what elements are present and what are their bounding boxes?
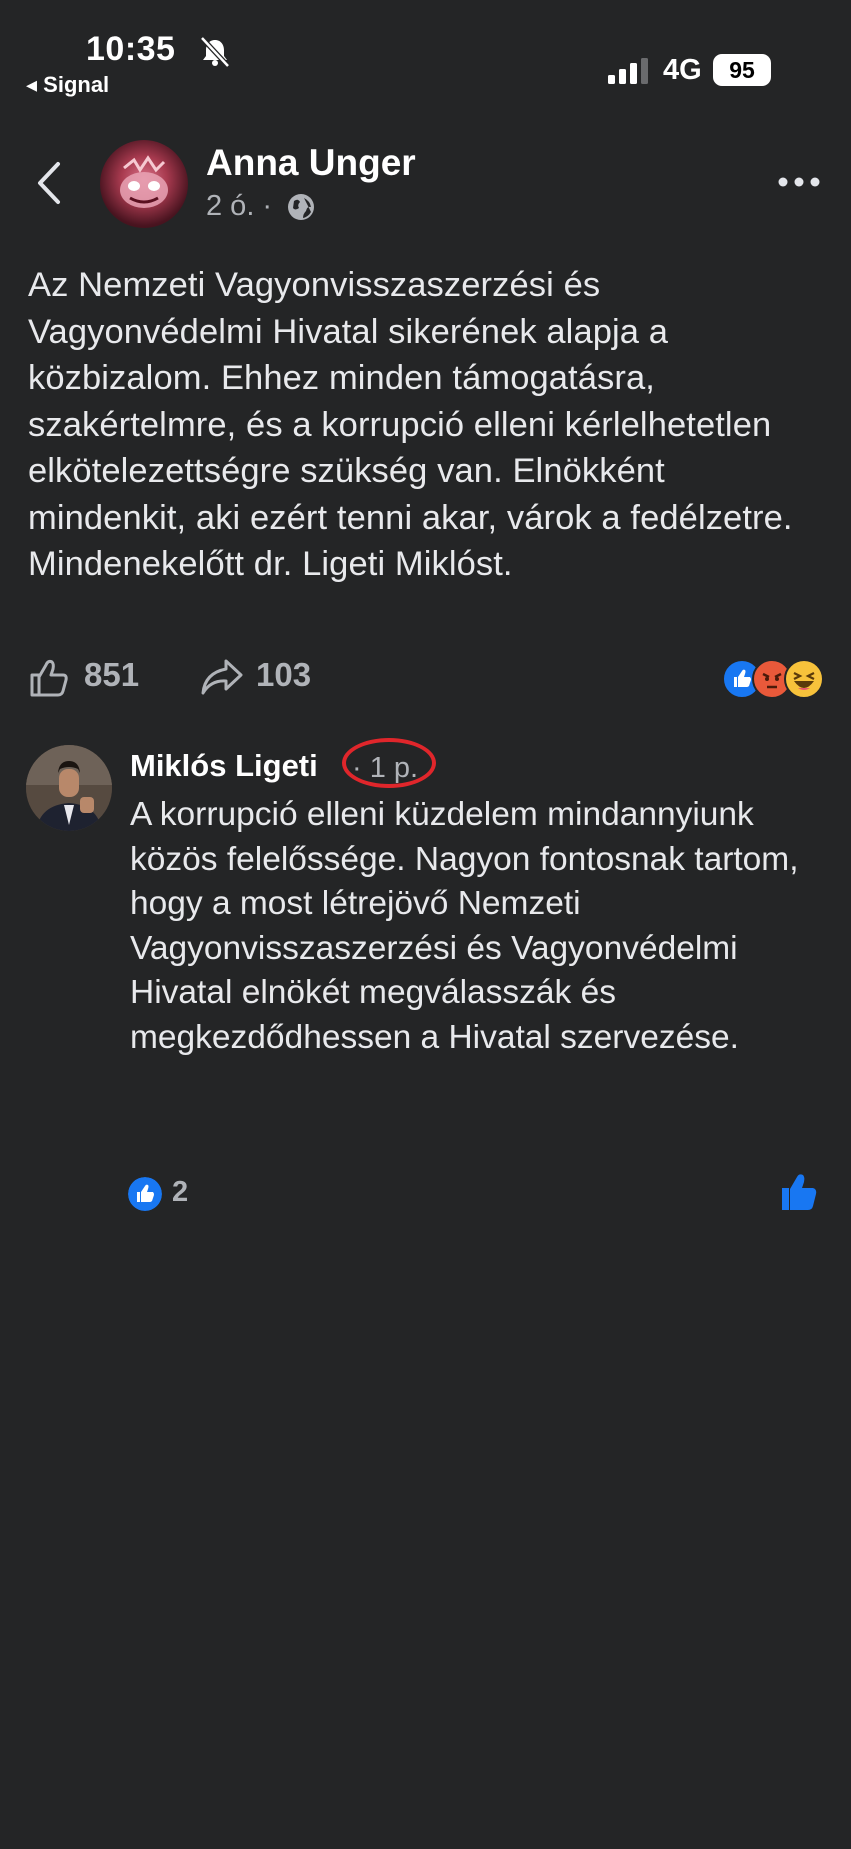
share-icon[interactable] xyxy=(200,657,244,697)
more-options-icon[interactable] xyxy=(776,165,822,199)
post-text: Az Nemzeti Vagyonvisszaszerzési és Vagyo… xyxy=(28,266,793,583)
post-like-count[interactable]: 851 xyxy=(84,656,139,694)
signal-bars-icon xyxy=(608,58,648,84)
comment-author-name[interactable]: Miklós Ligeti xyxy=(130,748,318,784)
haha-reaction-icon[interactable] xyxy=(784,659,824,699)
back-arrow-icon[interactable] xyxy=(30,160,70,206)
comment-like-reaction-icon[interactable] xyxy=(128,1177,162,1211)
comment-author-avatar[interactable] xyxy=(26,745,112,831)
back-to-signal-link[interactable]: ◂ Signal xyxy=(26,72,109,98)
author-avatar[interactable] xyxy=(100,140,188,228)
status-time: 10:35 xyxy=(86,30,176,68)
like-icon[interactable] xyxy=(28,657,70,699)
battery-icon: 95 xyxy=(713,54,771,86)
post-author-name[interactable]: Anna Unger xyxy=(206,142,416,184)
avatar-image xyxy=(26,745,112,831)
post-share-count[interactable]: 103 xyxy=(256,656,311,694)
network-type: 4G xyxy=(663,54,702,86)
comment-text: A korrupció elleni küzdelem mindannyiunk… xyxy=(130,796,799,1056)
comment-like-count[interactable]: 2 xyxy=(172,1176,188,1209)
highlight-circle xyxy=(342,738,436,788)
avatar-image xyxy=(120,155,168,208)
comment-like-button-icon[interactable] xyxy=(780,1172,818,1212)
post-timestamp[interactable]: 2 ó. · xyxy=(206,190,272,223)
bell-muted-icon xyxy=(200,36,230,68)
globe-icon xyxy=(288,194,314,220)
